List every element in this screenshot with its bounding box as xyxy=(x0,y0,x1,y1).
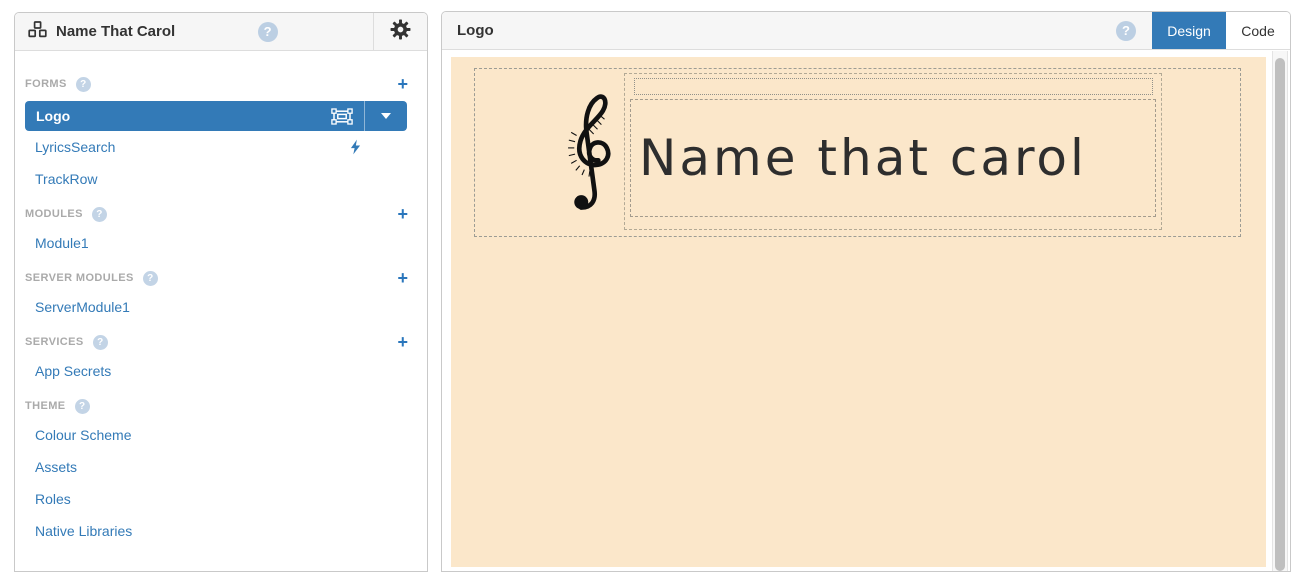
sidebar-item-label: Native Libraries xyxy=(35,523,132,539)
tab-code[interactable]: Code xyxy=(1226,12,1290,49)
treble-clef-image[interactable] xyxy=(565,89,613,213)
cubes-icon xyxy=(28,21,47,43)
editor-panel: Logo ? Design Code xyxy=(441,11,1291,572)
sidebar-item-label: App Secrets xyxy=(35,363,111,379)
section-label: SERVER MODULES xyxy=(25,272,134,284)
help-icon[interactable]: ? xyxy=(75,399,90,414)
section-header-services: SERVICES ? + xyxy=(15,329,427,355)
help-icon[interactable]: ? xyxy=(93,335,108,350)
section-header-server-modules: SERVER MODULES ? + xyxy=(15,265,427,291)
sidebar-item-trackrow[interactable]: TrackRow xyxy=(15,163,427,195)
app-title: Name That Carol xyxy=(56,23,175,40)
editor-form-title: Logo xyxy=(457,22,494,39)
sidebar-item-assets[interactable]: Assets xyxy=(15,451,427,483)
scrollbar[interactable] xyxy=(1272,51,1288,571)
add-form-button[interactable]: + xyxy=(397,75,408,93)
sidebar-item-label: Roles xyxy=(35,491,71,507)
sidebar-item-label: Module1 xyxy=(35,235,89,251)
sidebar-item-lyricssearch[interactable]: LyricsSearch xyxy=(15,131,427,163)
help-icon[interactable]: ? xyxy=(76,77,91,92)
sidebar-item-roles[interactable]: Roles xyxy=(15,483,427,515)
section-header-forms: FORMS ? + xyxy=(15,71,427,97)
section-header-theme: THEME ? xyxy=(15,393,427,419)
sidebar-item-label: Assets xyxy=(35,459,77,475)
logo-label-text: Name that carol xyxy=(631,129,1087,187)
logo-label[interactable]: Name that carol xyxy=(630,99,1156,217)
section-label: THEME xyxy=(25,400,66,412)
gear-icon xyxy=(390,19,411,45)
tab-design[interactable]: Design xyxy=(1152,12,1226,49)
bolt-icon xyxy=(350,139,361,155)
chevron-down-icon xyxy=(381,113,391,119)
add-module-button[interactable]: + xyxy=(397,205,408,223)
app-header: Name That Carol ? xyxy=(15,13,427,51)
help-icon[interactable]: ? xyxy=(143,271,158,286)
sidebar-item-app-secrets[interactable]: App Secrets xyxy=(15,355,427,387)
editor-header: Logo ? Design Code xyxy=(442,12,1290,50)
sidebar-item-label: Logo xyxy=(25,108,70,124)
scrollbar-thumb[interactable] xyxy=(1275,58,1285,571)
form-container-outline[interactable]: Name that carol xyxy=(474,68,1241,237)
section-label: SERVICES xyxy=(25,336,84,348)
sidebar-item-colour-scheme[interactable]: Colour Scheme xyxy=(15,419,427,451)
section-header-modules: MODULES ? + xyxy=(15,201,427,227)
app-header-left: Name That Carol xyxy=(15,21,175,43)
object-group-icon xyxy=(331,108,353,125)
section-label: MODULES xyxy=(25,208,83,220)
add-server-module-button[interactable]: + xyxy=(397,269,408,287)
sidebar-item-native-libraries[interactable]: Native Libraries xyxy=(15,515,427,547)
design-canvas[interactable]: Name that carol xyxy=(451,57,1266,567)
column-panel-outline[interactable]: Name that carol xyxy=(624,73,1162,230)
help-icon[interactable]: ? xyxy=(1116,21,1136,41)
sidebar-item-label: ServerModule1 xyxy=(35,299,130,315)
sidebar-item-label: LyricsSearch xyxy=(35,139,115,155)
help-icon[interactable]: ? xyxy=(258,22,278,42)
help-icon[interactable]: ? xyxy=(92,207,107,222)
app-browser-panel: Name That Carol ? xyxy=(14,12,428,572)
sidebar-item-logo[interactable]: Logo xyxy=(25,101,407,131)
app-browser-body: FORMS ? + Logo xyxy=(15,51,427,547)
add-service-button[interactable]: + xyxy=(397,333,408,351)
form-actions-dropdown-button[interactable] xyxy=(365,101,407,131)
section-label: FORMS xyxy=(25,78,67,90)
sidebar-item-label: Colour Scheme xyxy=(35,427,132,443)
sidebar-item-servermodule1[interactable]: ServerModule1 xyxy=(15,291,427,323)
sidebar-item-label: TrackRow xyxy=(35,171,98,187)
spacer-outline[interactable] xyxy=(634,78,1153,95)
sidebar-item-module1[interactable]: Module1 xyxy=(15,227,427,259)
app-settings-button[interactable] xyxy=(373,13,427,50)
